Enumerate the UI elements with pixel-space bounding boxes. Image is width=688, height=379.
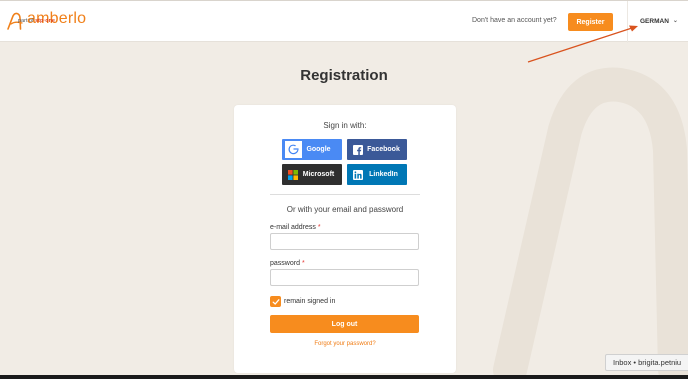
google-label: Google (306, 146, 331, 153)
linkedin-icon (349, 166, 366, 183)
remain-signed-in-checkbox[interactable] (270, 296, 281, 307)
forgot-password-link[interactable]: Forgot your password? (234, 341, 456, 347)
login-button[interactable]: Log out (270, 315, 419, 333)
register-button[interactable]: Register (568, 13, 613, 31)
language-selector[interactable]: GERMAN ⌄ (640, 18, 678, 25)
chevron-down-icon: ⌄ (672, 18, 678, 24)
top-navigation-bar: amberlo part of stp·one Don't have an ac… (0, 0, 688, 43)
sign-in-with-heading: Sign in with: (323, 121, 367, 130)
remain-signed-in-label: remain signed in (284, 298, 336, 305)
email-field[interactable] (270, 233, 419, 250)
microsoft-label: Microsoft (302, 171, 335, 178)
microsoft-icon (284, 166, 301, 183)
logo-sub-prefix: part of (18, 18, 34, 24)
password-label: password * (270, 260, 305, 267)
password-label-text: password (270, 260, 300, 267)
required-mark: * (317, 224, 321, 231)
email-label-text: e-mail address (270, 224, 316, 231)
facebook-sign-in-button[interactable]: Facebook (347, 139, 407, 160)
facebook-label: Facebook (367, 146, 400, 153)
or-email-text: Or with your email and password (286, 205, 404, 214)
login-card: Sign in with: Google Facebook Microsoft … (234, 105, 456, 373)
check-icon (272, 298, 279, 305)
inbox-tooltip: Inbox • brigita.petniu (605, 354, 688, 371)
google-sign-in-button[interactable]: Google (282, 139, 342, 160)
email-label: e-mail address * (270, 224, 321, 231)
facebook-icon (349, 141, 366, 158)
google-icon (285, 141, 302, 158)
header-divider (627, 1, 628, 43)
linkedin-label: LinkedIn (369, 171, 398, 178)
no-account-text: Don't have an account yet? (472, 17, 557, 24)
logo-sub-brand: stp·one (35, 18, 55, 24)
microsoft-sign-in-button[interactable]: Microsoft (282, 164, 342, 185)
page-title: Registration (300, 67, 388, 84)
language-label: GERMAN (640, 18, 669, 25)
section-divider (270, 194, 420, 195)
linkedin-sign-in-button[interactable]: LinkedIn (347, 164, 407, 185)
required-mark: * (301, 260, 305, 267)
password-field[interactable] (270, 269, 419, 286)
bottom-edge-bar (0, 375, 688, 379)
background-logo-shape (493, 67, 688, 379)
logo-subtitle: part of stp·one (18, 18, 55, 24)
